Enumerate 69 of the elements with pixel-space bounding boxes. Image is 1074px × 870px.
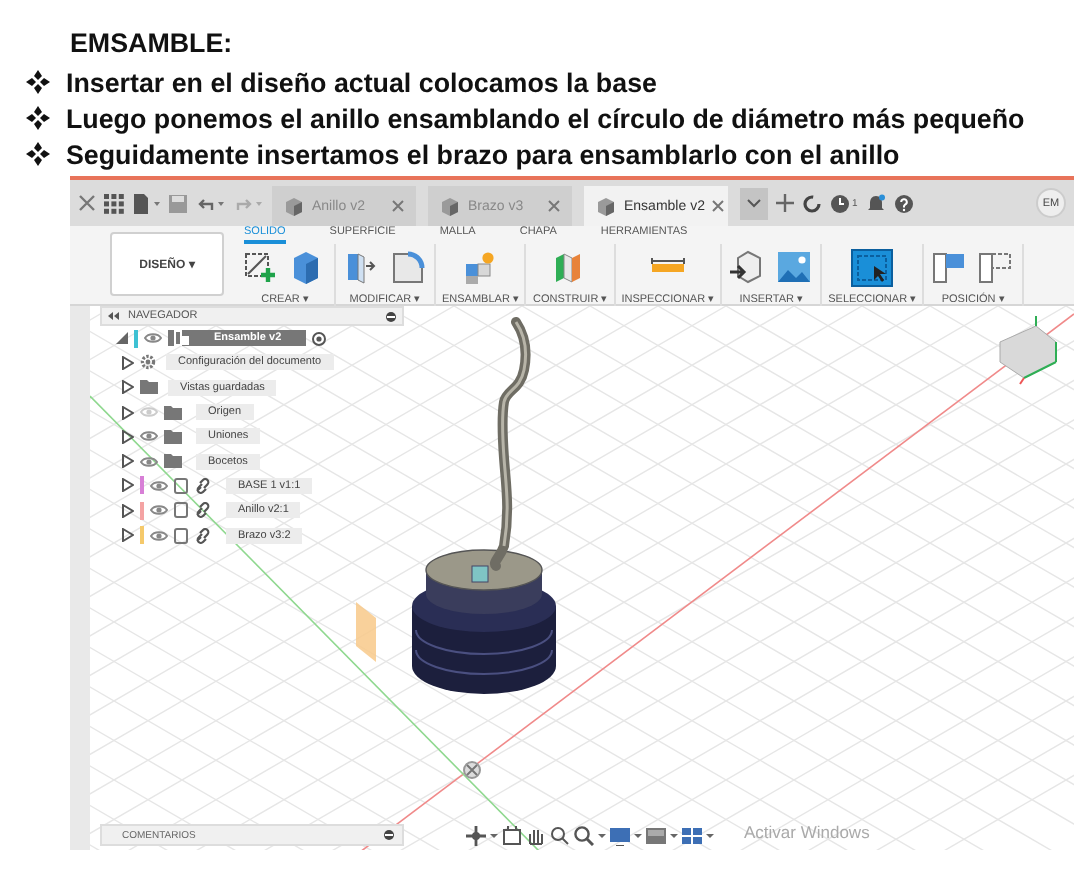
visual-style-icon[interactable] [646,826,666,846]
bullet-text: Luego ponemos el anillo ensamblando el círculo de diámetro más pequeño [66,103,1025,133]
expand-icon[interactable] [122,528,134,543]
eye-icon[interactable] [144,330,162,347]
look-at-icon[interactable] [502,826,522,846]
heading: EMSAMBLE: [70,26,233,62]
close-icon[interactable] [78,194,96,212]
pan-icon[interactable] [526,826,546,846]
caret-icon[interactable] [598,834,606,838]
eye-icon[interactable] [150,527,168,544]
eye-icon[interactable] [140,453,158,470]
collapse-icon[interactable] [108,312,120,320]
expanded-icon[interactable] [116,332,128,345]
pin-icon[interactable] [384,830,394,840]
cube-icon [440,195,460,217]
expand-icon[interactable] [122,355,134,370]
zoom-icon[interactable] [574,826,594,846]
zoom-window-icon[interactable] [550,826,570,846]
link-icon [194,502,212,519]
bullet-icon [24,68,52,96]
eye-icon[interactable] [150,477,168,494]
expand-icon[interactable] [122,478,134,493]
caret-icon[interactable] [634,834,642,838]
add-icon[interactable] [776,194,794,212]
fillet-icon[interactable] [388,248,428,288]
target-icon[interactable] [311,331,326,346]
caret-icon[interactable] [670,834,678,838]
clock-icon[interactable] [830,193,850,213]
help-icon[interactable] [893,193,914,213]
display-icon[interactable] [610,826,630,846]
bullet-text: Seguidamente insertamos el brazo para ensamblarlo con el anillo [66,139,900,169]
close-icon[interactable] [712,200,725,212]
cube-icon [284,195,304,217]
expand-icon[interactable] [122,503,134,518]
origin-icon[interactable] [463,761,481,779]
os-activation-notice: Activar Windows [744,822,870,842]
close-icon[interactable] [548,200,560,212]
assembly-icon [174,330,190,347]
orbit-icon[interactable] [466,826,486,846]
pin-icon[interactable] [386,311,396,321]
grid-menu-icon[interactable] [104,193,124,213]
bullet-icon [24,140,52,168]
plane-drawing [356,602,376,662]
expand-icon[interactable] [122,380,134,395]
grid-icon[interactable] [682,826,702,846]
chevron-icon [746,198,762,208]
link-icon [194,527,212,544]
select-icon[interactable] [850,248,895,288]
image-icon[interactable] [774,248,815,288]
eye-icon[interactable] [150,502,168,519]
caret-icon[interactable] [490,834,498,838]
bell-icon[interactable] [865,193,886,213]
eye-icon[interactable] [140,428,158,445]
undo-icon[interactable] [196,193,226,213]
cube-icon [596,195,616,217]
caret-icon[interactable] [706,834,714,838]
bullet-text: Insertar en el diseño actual colocamos la base [66,67,657,97]
bullet-icon [24,104,52,132]
close-icon[interactable] [392,200,404,212]
refresh-icon[interactable] [802,193,822,213]
file-icon[interactable] [132,193,160,213]
expand-icon[interactable] [122,429,134,444]
link-icon [194,477,212,494]
gear-icon [140,354,156,371]
dashed-box-icon[interactable] [976,248,1017,288]
view-cube-icon[interactable] [999,315,1057,385]
chevron-button[interactable] [740,187,768,219]
expand-icon[interactable] [122,405,134,420]
expand-icon[interactable] [122,454,134,469]
